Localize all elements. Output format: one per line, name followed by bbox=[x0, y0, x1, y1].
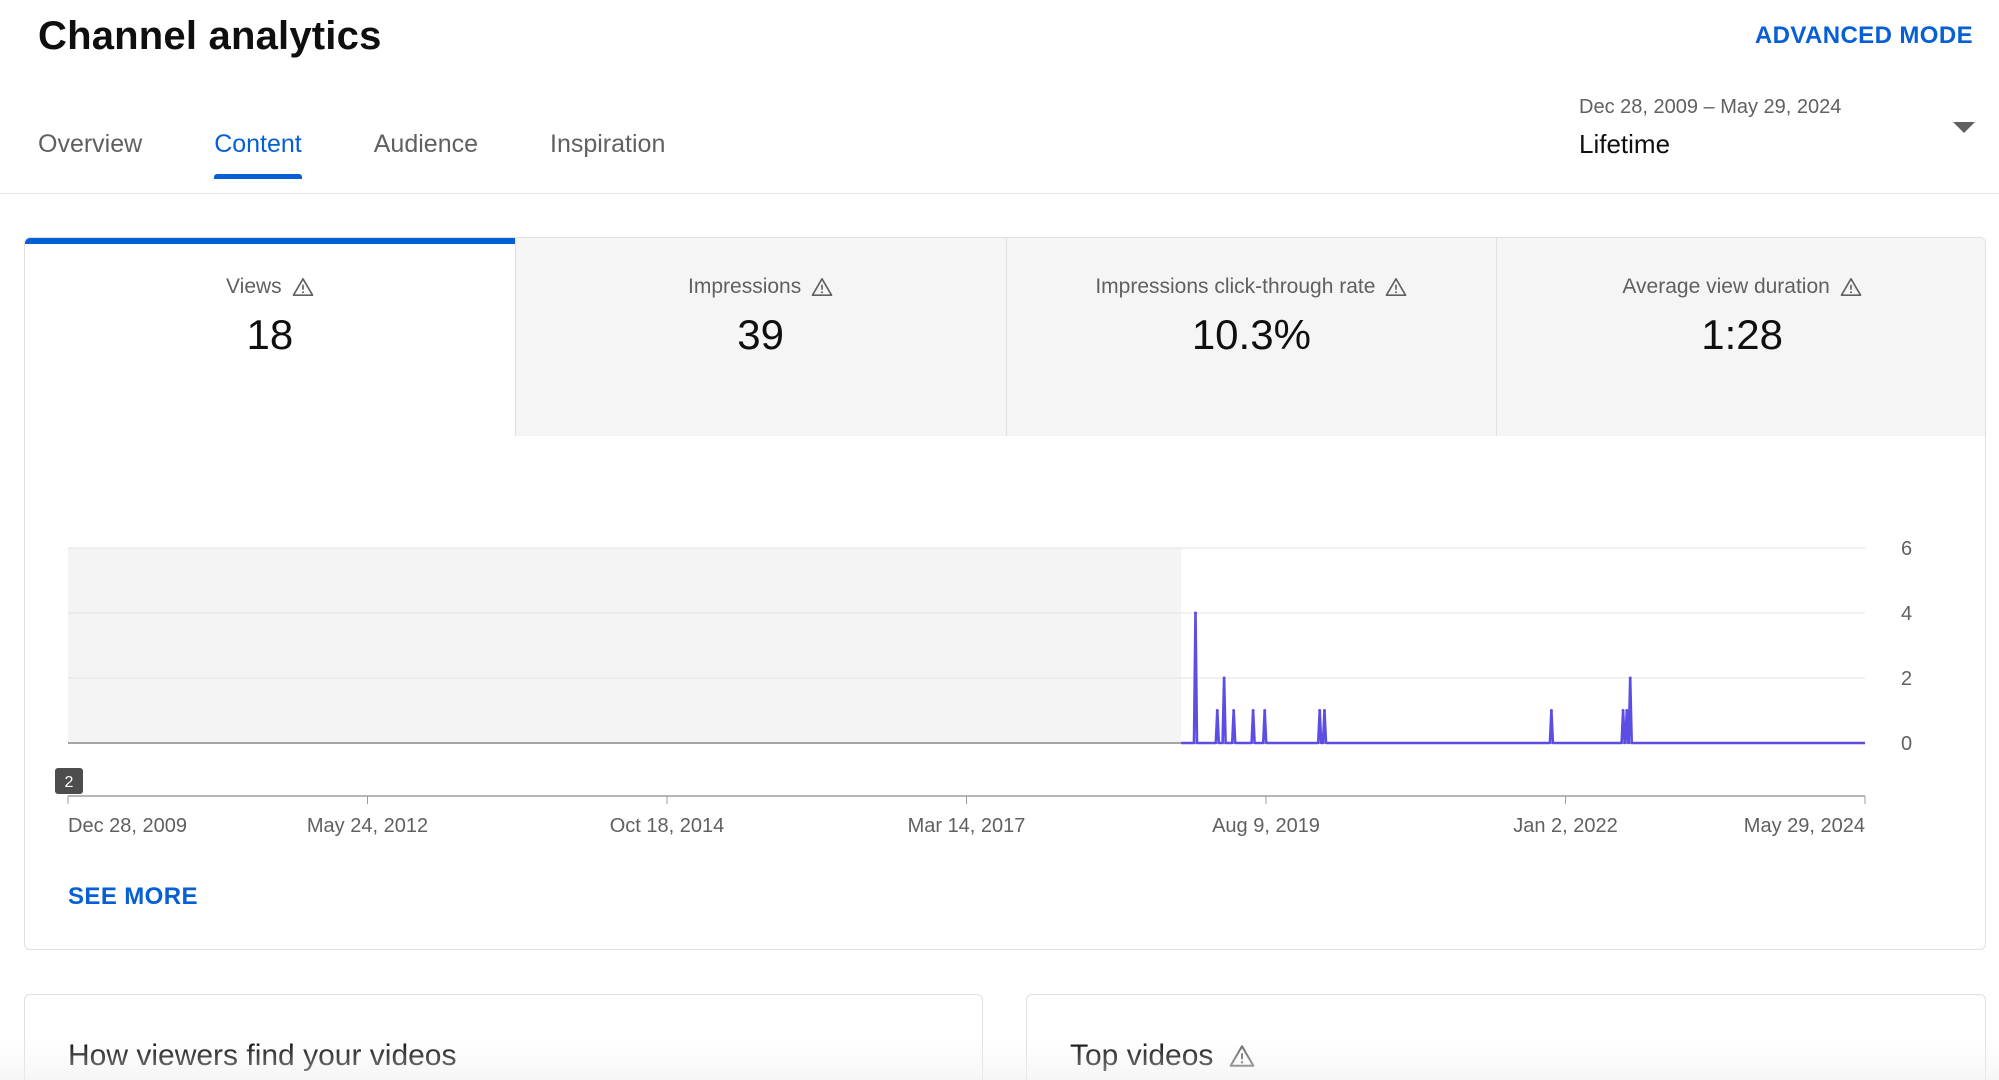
metric-label: Views bbox=[226, 275, 282, 298]
metric-value: 1:28 bbox=[1701, 311, 1783, 358]
card-title: How viewers find your videos bbox=[68, 1039, 457, 1072]
metric-value: 39 bbox=[737, 311, 784, 358]
x-tick-label: Dec 28, 2009 bbox=[68, 815, 187, 836]
x-tick-label: May 24, 2012 bbox=[307, 815, 428, 836]
marker-badge-label: 2 bbox=[65, 774, 74, 791]
x-tick-label: May 29, 2024 bbox=[1744, 815, 1865, 836]
data-point bbox=[1251, 709, 1255, 712]
metric-label: Average view duration bbox=[1622, 275, 1830, 298]
x-tick-label: Aug 9, 2019 bbox=[1212, 815, 1320, 836]
data-point bbox=[1621, 709, 1625, 712]
x-tick-label: Oct 18, 2014 bbox=[610, 815, 725, 836]
warning-icon[interactable] bbox=[1840, 277, 1862, 297]
y-tick-label: 0 bbox=[1901, 733, 1912, 755]
date-range-text: Dec 28, 2009 – May 29, 2024 bbox=[1579, 96, 1842, 118]
dropdown-caret-icon bbox=[1953, 122, 1975, 133]
data-point bbox=[1193, 611, 1197, 615]
warning-icon[interactable] bbox=[1229, 1044, 1255, 1068]
x-tick-label: Mar 14, 2017 bbox=[908, 815, 1026, 836]
data-point bbox=[1263, 709, 1267, 712]
metric-value: 18 bbox=[246, 311, 294, 358]
y-tick-label: 4 bbox=[1901, 603, 1912, 625]
header-divider bbox=[0, 193, 1999, 194]
tab-bar: Overview Content Audience Inspiration bbox=[38, 130, 737, 179]
traffic-sources-card: How viewers find your videos bbox=[24, 994, 983, 1080]
data-point bbox=[1222, 676, 1226, 680]
data-point bbox=[1322, 709, 1326, 712]
metric-avg-view-duration[interactable]: Average view duration 1:28 bbox=[1496, 238, 1985, 436]
tab-content[interactable]: Content bbox=[214, 130, 302, 179]
metrics-card: Views 18 Impressions 39 Impressions clic… bbox=[24, 237, 1986, 950]
y-tick-label: 6 bbox=[1901, 538, 1912, 560]
metric-views[interactable]: Views 18 bbox=[25, 238, 515, 436]
date-range-label: Lifetime bbox=[1579, 129, 1671, 159]
see-more-link[interactable]: SEE MORE bbox=[68, 883, 198, 911]
data-point bbox=[1318, 709, 1322, 712]
warning-icon[interactable] bbox=[811, 277, 833, 297]
top-videos-card: Top videos bbox=[1026, 994, 1986, 1080]
warning-icon[interactable] bbox=[1385, 277, 1407, 297]
card-title: Top videos bbox=[1070, 1039, 1214, 1072]
data-point bbox=[1549, 709, 1553, 712]
data-point bbox=[1628, 676, 1632, 680]
views-line-chart[interactable]: 6 4 2 0 Dec 28, 2009 May 24, 2012 Oct 18, 2014… bbox=[25, 436, 1986, 836]
page-title: Channel analytics bbox=[38, 14, 382, 58]
y-tick-label: 2 bbox=[1901, 668, 1912, 690]
data-point bbox=[1625, 709, 1629, 712]
metric-label: Impressions click-through rate bbox=[1095, 275, 1376, 298]
tab-overview[interactable]: Overview bbox=[38, 130, 142, 179]
metric-label: Impressions bbox=[688, 275, 802, 298]
x-tick-label: Jan 2, 2022 bbox=[1513, 815, 1618, 836]
advanced-mode-link[interactable]: ADVANCED MODE bbox=[1755, 22, 1973, 50]
tab-inspiration[interactable]: Inspiration bbox=[550, 130, 665, 179]
data-point bbox=[1232, 709, 1236, 712]
no-data-region bbox=[68, 548, 1182, 743]
tab-audience[interactable]: Audience bbox=[374, 130, 478, 179]
date-range-picker[interactable]: Dec 28, 2009 – May 29, 2024 Lifetime bbox=[1579, 96, 1975, 166]
warning-icon[interactable] bbox=[292, 277, 314, 297]
data-point bbox=[1215, 709, 1219, 712]
metric-value: 10.3% bbox=[1191, 311, 1311, 358]
metric-ctr[interactable]: Impressions click-through rate 10.3% bbox=[1005, 238, 1497, 436]
metric-impressions[interactable]: Impressions 39 bbox=[514, 238, 1006, 436]
metric-tabs: Views 18 Impressions 39 Impressions clic… bbox=[25, 238, 1985, 436]
